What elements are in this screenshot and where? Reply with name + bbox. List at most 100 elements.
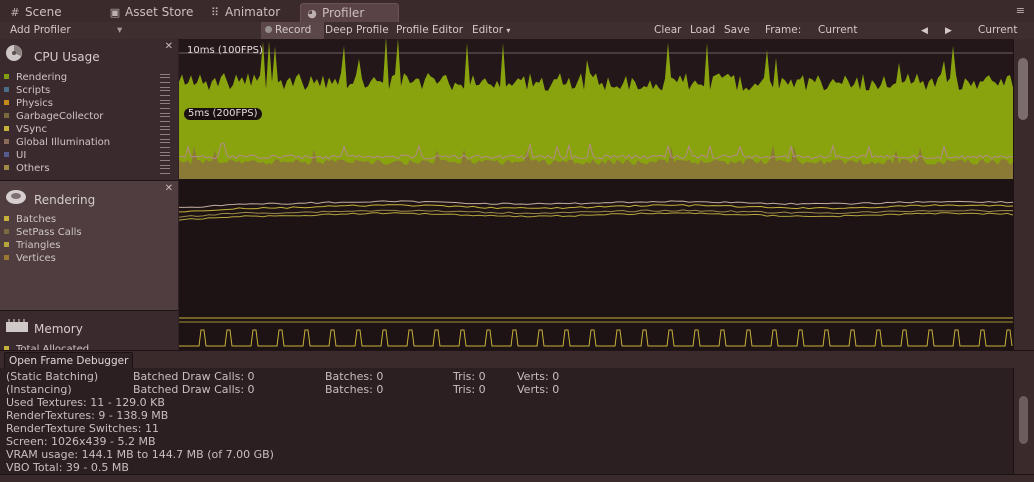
- legend-label: Scripts: [16, 85, 51, 96]
- static-batching-name: (Static Batching): [6, 370, 99, 383]
- tab-scene[interactable]: # Scene: [4, 3, 61, 22]
- drag-handle-icon[interactable]: [160, 87, 170, 96]
- drag-handle-icon[interactable]: [160, 74, 170, 83]
- legend-label: SetPass Calls: [16, 227, 82, 238]
- drag-handle-icon[interactable]: [160, 113, 170, 122]
- legend-swatch: [4, 241, 9, 247]
- legend-item-garbagecollector[interactable]: GarbageCollector: [4, 110, 174, 123]
- chevron-left-icon: ◀: [921, 26, 928, 36]
- current-frame-button[interactable]: Current: [974, 22, 1021, 39]
- drag-handle-icon[interactable]: [160, 100, 170, 109]
- legend-label: Batches: [16, 214, 57, 225]
- chevron-right-icon: ▶: [945, 26, 952, 36]
- details-header: Open Frame Debugger: [0, 350, 1034, 370]
- deep-profile-label: Deep Profile: [325, 24, 389, 36]
- legend-item-vsync[interactable]: VSync: [4, 123, 174, 136]
- add-profiler-label: Add Profiler: [10, 24, 71, 36]
- tab-profiler-label: Profiler: [322, 6, 365, 20]
- legend-item-ui[interactable]: UI: [4, 149, 174, 162]
- total-allocated-line: [179, 329, 1013, 347]
- legend-label: VSync: [16, 124, 47, 135]
- tab-asset-store[interactable]: ▣ Asset Store: [104, 3, 194, 22]
- graph-scrollbar-thumb[interactable]: [1018, 58, 1028, 120]
- rendering-module[interactable]: Rendering ✕ Batches SetPass Calls Triangle…: [0, 181, 178, 311]
- save-label: Save: [724, 24, 750, 36]
- static-batching-batches: Batches: 0: [325, 370, 384, 383]
- scene-hash-icon: #: [10, 6, 20, 19]
- details-scrollbar-thumb[interactable]: [1019, 396, 1028, 444]
- legend-item-others[interactable]: Others: [4, 162, 174, 175]
- legend-item-scripts[interactable]: Scripts: [4, 84, 174, 97]
- next-frame-button[interactable]: ▶: [941, 22, 956, 39]
- add-profiler-dropdown[interactable]: Add Profiler: [6, 22, 75, 39]
- tab-animator-label: Animator: [225, 5, 281, 19]
- details-scrollbar[interactable]: [1013, 368, 1034, 474]
- legend-label: GarbageCollector: [16, 111, 104, 122]
- memory-module[interactable]: Memory Total Allocated: [0, 311, 178, 351]
- legend-swatch: [4, 228, 9, 234]
- legend-label: Triangles: [16, 240, 61, 251]
- render-textures: RenderTextures: 9 - 138.9 MB: [6, 409, 169, 422]
- editor-label: Editor: [472, 24, 504, 36]
- static-batching-draw-calls: Batched Draw Calls: 0: [133, 370, 255, 383]
- rendering-title: Rendering: [34, 193, 96, 207]
- deep-profile-toggle[interactable]: Deep Profile: [321, 22, 393, 39]
- drag-handle-icon[interactable]: [160, 139, 170, 148]
- vbo-total: VBO Total: 39 - 0.5 MB: [6, 461, 129, 474]
- tab-options-menu-icon[interactable]: ≡: [1016, 4, 1026, 17]
- instancing-name: (Instancing): [6, 383, 72, 396]
- memory-title: Memory: [34, 322, 83, 336]
- rendering-graph[interactable]: [179, 180, 1013, 309]
- memory-graph-svg: [179, 317, 1013, 347]
- legend-label: Others: [16, 163, 50, 174]
- render-texture-switches: RenderTexture Switches: 11: [6, 422, 159, 435]
- legend-item-vertices[interactable]: Vertices: [4, 252, 174, 265]
- close-icon[interactable]: ✕: [165, 41, 173, 52]
- drag-handle-icon[interactable]: [160, 152, 170, 161]
- clear-button[interactable]: Clear: [650, 22, 685, 39]
- label-10ms: 10ms (100FPS): [187, 45, 263, 56]
- drag-handle-icon[interactable]: [160, 165, 170, 174]
- legend-label: Physics: [16, 98, 53, 109]
- used-textures: Used Textures: 11 - 129.0 KB: [6, 396, 165, 409]
- static-batching-verts: Verts: 0: [517, 370, 560, 383]
- tab-animator[interactable]: ⠿ Animator: [204, 3, 280, 22]
- legend-swatch: [4, 86, 9, 92]
- legend-item-setpass-calls[interactable]: SetPass Calls: [4, 226, 174, 239]
- load-button[interactable]: Load: [686, 22, 719, 39]
- graph-scrollbar[interactable]: [1013, 39, 1034, 350]
- legend-item-batches[interactable]: Batches: [4, 213, 174, 226]
- cpu-usage-module[interactable]: CPU Usage ✕ Rendering Scripts Physics Garba…: [0, 39, 178, 181]
- drag-handle-icon[interactable]: [160, 126, 170, 135]
- close-icon[interactable]: ✕: [165, 183, 173, 194]
- cpu-usage-graph[interactable]: 10ms (100FPS) 5ms (200FPS): [179, 39, 1013, 179]
- memory-graph[interactable]: [179, 310, 1013, 350]
- legend-label: Global Illumination: [16, 137, 111, 148]
- clear-label: Clear: [654, 24, 682, 36]
- legend-item-rendering[interactable]: Rendering: [4, 71, 174, 84]
- tab-profiler[interactable]: ◕ Profiler: [300, 3, 399, 23]
- legend-swatch: [4, 151, 9, 157]
- save-button[interactable]: Save: [720, 22, 754, 39]
- legend-item-physics[interactable]: Physics: [4, 97, 174, 110]
- legend-swatch: [4, 73, 9, 79]
- record-label: Record: [275, 24, 312, 36]
- record-toggle[interactable]: Record: [261, 22, 324, 39]
- legend-label: Vertices: [16, 253, 56, 264]
- window-tab-bar: # Scene ▣ Asset Store ⠿ Animator ◕ Profiler …: [0, 0, 1034, 23]
- legend-label: Rendering: [16, 72, 68, 83]
- profiler-toolbar: Add Profiler ▾ Record Deep Profile Profi…: [0, 22, 1034, 40]
- cpu-usage-title: CPU Usage: [34, 50, 100, 64]
- profile-editor-toggle[interactable]: Profile Editor: [392, 22, 467, 39]
- legend-swatch: [4, 112, 9, 118]
- instancing-draw-calls: Batched Draw Calls: 0: [133, 383, 255, 396]
- editor-target-dropdown[interactable]: Editor ▾: [468, 22, 514, 39]
- prev-frame-button[interactable]: ◀: [917, 22, 932, 39]
- legend-item-triangles[interactable]: Triangles: [4, 239, 174, 252]
- profiler-graph-area[interactable]: 10ms (100FPS) 5ms (200FPS): [179, 39, 1013, 350]
- triangles-line: [179, 212, 1013, 221]
- label-5ms: 5ms (200FPS): [184, 108, 262, 120]
- frame-label: Frame:: [765, 24, 802, 36]
- legend-item-global-illumination[interactable]: Global Illumination: [4, 136, 174, 149]
- open-frame-debugger-label: Open Frame Debugger: [9, 355, 129, 367]
